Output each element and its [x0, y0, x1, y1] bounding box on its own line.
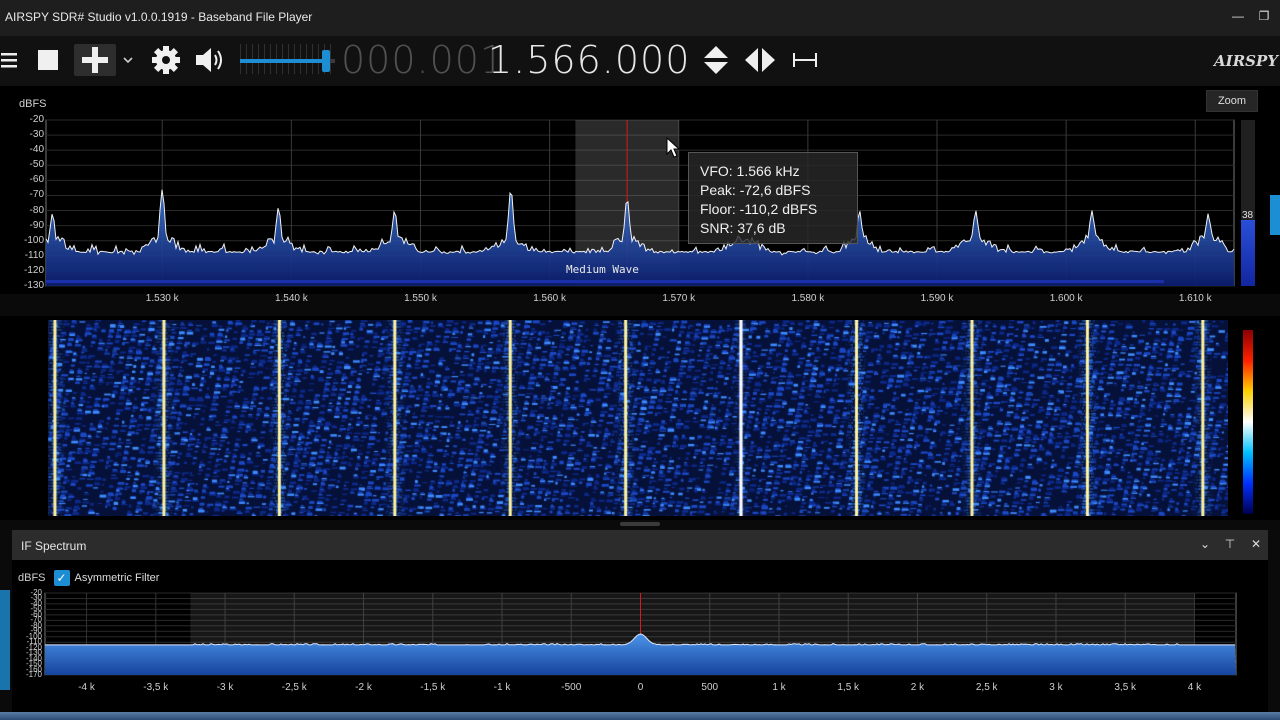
spectrum-ytick: -20 [29, 114, 44, 125]
spectrum-xtick: 1.540 k [274, 293, 308, 304]
window-title: AIRSPY SDR# Studio v1.0.0.1919 - Baseban… [5, 10, 313, 24]
signal-meter-fill [1241, 219, 1255, 286]
speaker-icon[interactable] [192, 44, 228, 76]
waterfall-canvas[interactable] [48, 320, 1228, 516]
right-scrollbar[interactable] [1270, 195, 1280, 235]
up-down-arrows-icon[interactable] [700, 44, 732, 76]
spectrum-tooltip: VFO: 1.566 kHz Peak: -72,6 dBFS Floor: -… [688, 152, 858, 244]
signal-value: 38 [1242, 210, 1254, 221]
if-spectrum-body [12, 560, 1268, 720]
if-xtick: -4 k [78, 682, 95, 693]
mouse-cursor-icon [666, 137, 680, 158]
waterfall-panel[interactable] [0, 316, 1280, 520]
spectrum-ytick: -130 [23, 280, 44, 291]
spectrum-plot[interactable] [0, 86, 1280, 294]
spectrum-xtick: 1.610 k [1178, 293, 1212, 304]
if-spectrum-title: IF Spectrum [21, 539, 87, 553]
left-dock-accent [0, 590, 10, 690]
tooltip-vfo: VFO: 1.566 kHz [700, 163, 800, 179]
volume-slider[interactable] [240, 50, 335, 72]
spectrum-ytick: -30 [29, 129, 44, 141]
gear-icon[interactable] [148, 44, 184, 76]
spectrum-ytick: -90 [29, 219, 44, 231]
chevron-down-icon[interactable] [120, 44, 136, 76]
if-xtick: 2,5 k [975, 682, 998, 693]
if-xtick: 2 k [910, 682, 925, 693]
spectrum-xtick: 1.530 k [145, 293, 179, 304]
os-taskbar [0, 712, 1280, 720]
spectrum-ytick: -50 [29, 159, 44, 171]
signal-meter [1241, 120, 1255, 286]
spectrum-xtick: 1.580 k [791, 293, 825, 304]
spectrum-xtick: 1.590 k [920, 293, 954, 304]
add-icon[interactable] [74, 44, 116, 76]
stop-icon[interactable] [32, 44, 64, 76]
spectrum-panel[interactable] [0, 86, 1280, 294]
spectrum-xtick: 1.560 k [533, 293, 566, 304]
spectrum-ylabel: dBFS [19, 98, 47, 110]
spectrum-xtick: 1.600 k [1049, 293, 1083, 304]
if-spectrum-header: IF Spectrum ⌄ ⊤ ✕ [12, 530, 1268, 560]
if-xtick: -500 [561, 682, 582, 693]
title-bar: AIRSPY SDR# Studio v1.0.0.1919 - Baseban… [0, 0, 1280, 36]
spectrum-ytick: -60 [29, 174, 44, 186]
spectrum-ytick: -100 [23, 234, 44, 246]
spectrum-ytick: -70 [29, 189, 44, 201]
waterfall-color-scale [1243, 330, 1253, 514]
if-xtick: -3,5 k [143, 682, 169, 693]
if-xtick: -2 k [355, 682, 372, 693]
if-xtick: 1,5 k [837, 682, 860, 693]
tooltip-snr: SNR: 37,6 dB [700, 220, 786, 236]
volume-slider-fill [240, 59, 326, 63]
splitter-handle[interactable] [620, 522, 660, 526]
menu-icon[interactable] [0, 44, 18, 76]
if-xtick: -2,5 k [281, 682, 307, 693]
if-xtick: 4 k [1187, 682, 1202, 693]
if-spectrum-plot[interactable] [12, 560, 1268, 720]
asymmetric-filter-label: Asymmetric Filter [74, 572, 160, 584]
span-icon[interactable] [790, 44, 820, 76]
volume-slider-thumb[interactable] [321, 50, 330, 72]
if-xtick: -1,5 k [420, 682, 446, 693]
spectrum-ytick: -110 [24, 249, 44, 261]
if-xtick: 0 [637, 682, 644, 693]
zoom-button[interactable]: Zoom [1206, 90, 1258, 112]
airspy-logo: AIRSPY [1214, 52, 1278, 70]
frequency-display[interactable]: 1.566.000 [488, 38, 690, 82]
restore-icon[interactable]: ❐ [1256, 8, 1272, 24]
if-xtick: 3,5 k [1114, 682, 1137, 693]
if-xtick: 500 [701, 682, 719, 693]
spectrum-xtick: 1.550 k [404, 293, 437, 304]
if-ylabel: dBFS [18, 572, 46, 584]
if-xtick: 3 k [1049, 682, 1063, 693]
spectrum-ytick: -80 [29, 204, 44, 216]
if-xtick: 1 k [772, 682, 786, 693]
spectrum-ytick: -120 [23, 264, 44, 276]
asymmetric-filter-checkbox[interactable]: ✓ [53, 570, 70, 586]
asymmetric-filter-row: dBFS ✓ Asymmetric Filter [18, 570, 159, 586]
spectrum-ytick: -40 [29, 144, 44, 156]
band-plan-bar [46, 280, 1164, 283]
left-right-arrows-icon[interactable] [742, 44, 778, 76]
tooltip-floor: Floor: -110,2 dBFS [700, 201, 818, 217]
band-label: Medium Wave [566, 263, 639, 276]
chevron-down-icon[interactable]: ⌄ [1198, 537, 1212, 551]
if-xtick: -1 k [493, 682, 511, 693]
pin-icon[interactable]: ⊤ [1223, 537, 1237, 551]
minimize-icon[interactable]: — [1230, 8, 1246, 24]
frequency-leading-digits[interactable]: 000.001 [341, 38, 505, 82]
spectrum-xtick: 1.570 k [662, 293, 696, 304]
close-icon[interactable]: ✕ [1249, 537, 1263, 551]
app-window: AIRSPY SDR# Studio v1.0.0.1919 - Baseban… [0, 0, 1280, 720]
tooltip-peak: Peak: -72,6 dBFS [700, 182, 811, 198]
toolbar: 000.001 1.566.000 AIRSPY [0, 36, 1280, 86]
if-xtick: -3 k [216, 682, 234, 693]
if-ytick: -170 [25, 670, 42, 679]
